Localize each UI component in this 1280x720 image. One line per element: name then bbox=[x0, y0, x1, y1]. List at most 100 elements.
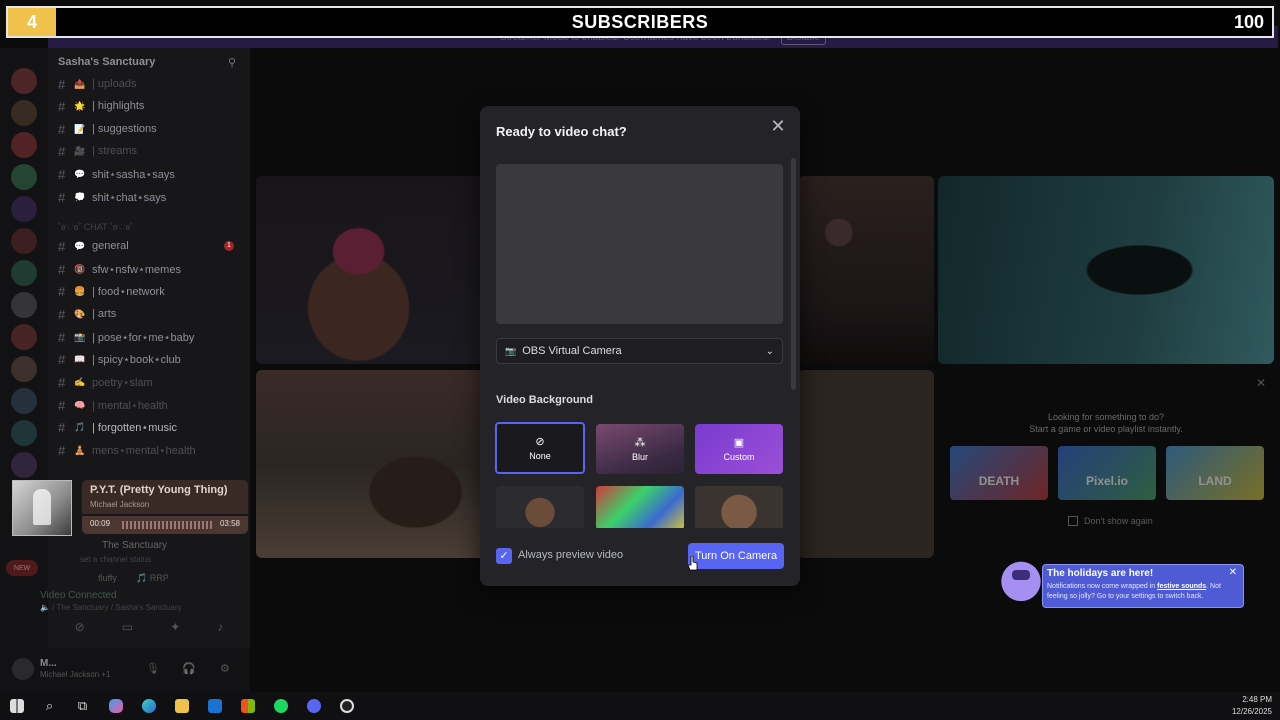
windows-start-icon[interactable] bbox=[0, 692, 33, 720]
video-tile[interactable] bbox=[938, 176, 1274, 364]
channel-poetry[interactable]: # ✍ poetry⋆slam bbox=[58, 373, 153, 391]
new-badge: NEW bbox=[6, 560, 38, 576]
edge-icon[interactable] bbox=[132, 692, 165, 720]
channel-book-club[interactable]: # 📖 | spicy⋆book⋆club bbox=[58, 350, 181, 368]
game-card[interactable]: DEATH bbox=[950, 446, 1048, 500]
activities-icon[interactable]: ✦ bbox=[170, 620, 180, 642]
channel-label: | forgotten⋆music bbox=[92, 421, 177, 434]
server-icon[interactable] bbox=[11, 388, 37, 414]
subscriber-goal-overlay: 4 SUBSCRIBERS 100 bbox=[6, 6, 1274, 38]
copilot-icon[interactable] bbox=[99, 692, 132, 720]
spotify-icon[interactable] bbox=[264, 692, 297, 720]
server-icon[interactable] bbox=[11, 356, 37, 382]
game-card[interactable]: Pixel.io bbox=[1058, 446, 1156, 500]
background-blur-option[interactable]: ⁂ Blur bbox=[596, 424, 684, 474]
avatar[interactable] bbox=[12, 658, 34, 680]
channel-memes[interactable]: # 🔞 sfw⋆nsfw⋆memes bbox=[58, 260, 181, 278]
hash-icon: # bbox=[58, 397, 66, 413]
channel-label: | food⋆network bbox=[92, 285, 165, 298]
always-preview-checkbox[interactable]: ✓ bbox=[496, 548, 512, 564]
background-preset[interactable] bbox=[596, 486, 684, 528]
channel-emoji: 🎨 bbox=[74, 308, 86, 319]
turn-on-camera-button[interactable]: Turn On Camera bbox=[688, 543, 784, 569]
scrollbar[interactable] bbox=[791, 158, 796, 390]
channel-mens-mental-health[interactable]: # 🧘 mens⋆mental⋆health bbox=[58, 441, 196, 459]
invite-icon[interactable]: ⚲ bbox=[228, 56, 236, 69]
unread-badge: 1 bbox=[224, 241, 234, 251]
gear-icon[interactable]: ⚙ bbox=[220, 662, 230, 675]
channel-chat-says[interactable]: # 💭 shit⋆chat⋆says bbox=[58, 188, 166, 206]
channel-general[interactable]: # 💬 general 1 bbox=[58, 237, 244, 255]
video-chat-modal: Ready to video chat? ✕ 📷 OBS Virtual Cam… bbox=[480, 106, 800, 586]
channel-arts[interactable]: # 🎨 | arts bbox=[58, 305, 116, 323]
file-explorer-icon[interactable] bbox=[165, 692, 198, 720]
album-art bbox=[12, 480, 72, 536]
outlook-icon[interactable] bbox=[198, 692, 231, 720]
background-custom-option[interactable]: ▣ Custom bbox=[695, 424, 783, 474]
camera-device-select[interactable]: 📷 OBS Virtual Camera ⌄ bbox=[496, 338, 783, 364]
selected-device: OBS Virtual Camera bbox=[522, 345, 622, 357]
screen-share-icon[interactable]: ▭ bbox=[122, 620, 133, 642]
hash-icon: # bbox=[58, 189, 66, 205]
store-icon[interactable] bbox=[231, 692, 264, 720]
modal-title: Ready to video chat? bbox=[496, 124, 627, 139]
subscriber-goal-target: 100 bbox=[1233, 12, 1264, 32]
channel-highlights[interactable]: # 🌟 | highlights bbox=[58, 97, 144, 115]
modal-footer: ✓ Always preview video Turn On Camera bbox=[480, 528, 800, 586]
server-icon[interactable] bbox=[11, 132, 37, 158]
video-tile[interactable] bbox=[256, 370, 484, 558]
game-card[interactable]: LAND bbox=[1166, 446, 1264, 500]
server-icon[interactable] bbox=[11, 164, 37, 190]
screen: 4 SUBSCRIBERS 100 Streamer Mode is enabl… bbox=[0, 0, 1280, 720]
background-preset[interactable] bbox=[496, 486, 584, 528]
hash-icon: # bbox=[58, 374, 66, 390]
server-icon[interactable] bbox=[11, 100, 37, 126]
channel-pose[interactable]: # 📸 | pose⋆for⋆me⋆baby bbox=[58, 328, 194, 346]
dont-show-again[interactable]: Don't show again bbox=[1068, 516, 1153, 526]
microphone-icon[interactable]: 🎙 bbox=[146, 662, 160, 675]
video-tile[interactable] bbox=[798, 176, 934, 364]
server-name[interactable]: Sasha's Sanctuary bbox=[58, 56, 155, 68]
soundboard-icon[interactable]: ♪ bbox=[217, 620, 223, 642]
server-icon[interactable] bbox=[11, 452, 37, 478]
server-icon[interactable] bbox=[11, 228, 37, 254]
search-icon[interactable]: ⌕ bbox=[33, 692, 66, 720]
server-icon[interactable] bbox=[11, 260, 37, 286]
channel-suggestions[interactable]: # 📝 | suggestions bbox=[58, 120, 157, 138]
voice-member-name[interactable]: fluffy bbox=[98, 573, 117, 583]
background-preset[interactable] bbox=[695, 486, 783, 528]
video-tile[interactable] bbox=[798, 370, 934, 558]
server-icon[interactable] bbox=[11, 68, 37, 94]
channel-streams[interactable]: # 🎥 | streams bbox=[58, 142, 137, 160]
channel-uploads[interactable]: # 📤 | uploads bbox=[58, 75, 136, 93]
channel-emoji: 🔞 bbox=[74, 263, 86, 274]
track-duration: 03:58 bbox=[219, 519, 240, 528]
server-icon[interactable] bbox=[11, 292, 37, 318]
discord-icon[interactable] bbox=[297, 692, 330, 720]
hash-icon: # bbox=[58, 442, 66, 458]
task-view-icon[interactable]: ⧉ bbox=[66, 692, 99, 720]
server-icon[interactable] bbox=[11, 196, 37, 222]
close-icon[interactable]: ✕ bbox=[1256, 376, 1266, 390]
username: M... bbox=[40, 658, 57, 669]
camera-off-icon[interactable]: ⊘ bbox=[75, 620, 85, 642]
voice-channel-status[interactable]: set a channel status bbox=[80, 555, 151, 564]
channel-sasha-says[interactable]: # 💬 shit⋆sasha⋆says bbox=[58, 165, 175, 183]
blur-icon: ⁂ bbox=[634, 437, 646, 449]
video-tile[interactable] bbox=[256, 176, 484, 364]
system-clock[interactable]: 2:48 PM 12/26/2025 bbox=[1232, 694, 1272, 718]
background-none-option[interactable]: ⊘ None bbox=[495, 422, 585, 474]
festive-sounds-link[interactable]: festive sounds bbox=[1157, 583, 1206, 590]
checkbox[interactable] bbox=[1068, 516, 1078, 526]
server-icon[interactable] bbox=[11, 324, 37, 350]
close-icon[interactable]: ✕ bbox=[768, 116, 788, 136]
channel-forgotten-music[interactable]: # 🎵 | forgotten⋆music bbox=[58, 418, 177, 436]
close-icon[interactable]: ✕ bbox=[1229, 567, 1237, 578]
hash-icon: # bbox=[58, 98, 66, 114]
channel-mental-health[interactable]: # 🧠 | mental⋆health bbox=[58, 396, 168, 414]
holiday-notification: The holidays are here! Notifications now… bbox=[990, 544, 1256, 614]
server-icon[interactable] bbox=[11, 420, 37, 446]
headphones-icon[interactable]: 🎧 bbox=[182, 662, 196, 675]
channel-food-network[interactable]: # 🍔 | food⋆network bbox=[58, 282, 165, 300]
obs-icon[interactable] bbox=[330, 692, 363, 720]
